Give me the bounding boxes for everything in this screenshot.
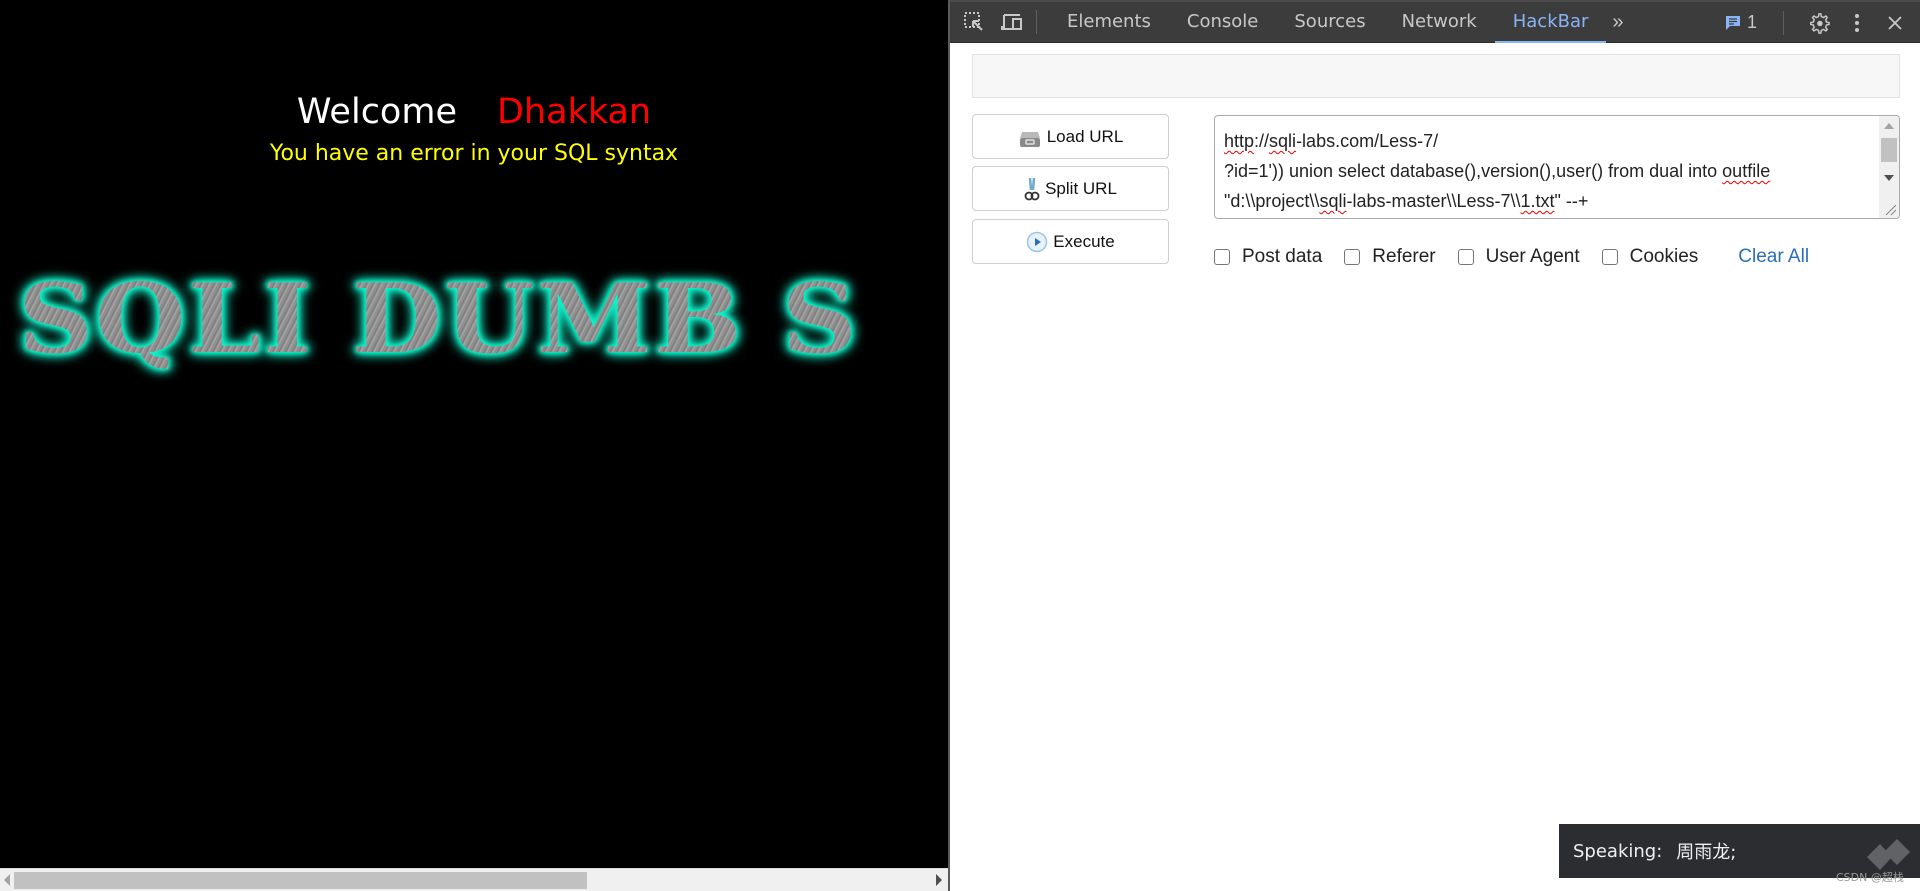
scissors-icon	[1024, 176, 1040, 202]
user-agent-label: User Agent	[1485, 246, 1580, 267]
csdn-watermark: CSDN @超栈	[1836, 871, 1904, 884]
issues-button[interactable]: 1	[1725, 12, 1757, 33]
tab-sources[interactable]: Sources	[1276, 2, 1383, 43]
option-post-data[interactable]: Post data	[1214, 246, 1322, 268]
load-url-icon	[1018, 126, 1042, 148]
post-data-label: Post data	[1242, 246, 1323, 267]
execute-button[interactable]: Execute	[972, 219, 1169, 264]
execute-label: Execute	[1053, 231, 1115, 251]
url-text-segment: 1.txt	[1520, 191, 1555, 211]
sqli-dumb-series-banner: SQLI DUMB S	[18, 262, 859, 376]
cookies-checkbox[interactable]	[1601, 249, 1618, 265]
option-cookies[interactable]: Cookies	[1601, 246, 1699, 268]
hackbar-top-bar	[972, 54, 1900, 98]
url-textarea[interactable]: http://sqli-labs.com/Less-7/?id=1')) uni…	[1214, 115, 1900, 219]
close-icon[interactable]	[1880, 8, 1910, 38]
toolbar-right-actions: 1	[1725, 2, 1910, 43]
kebab-menu-icon[interactable]	[1842, 8, 1872, 38]
load-url-label: Load URL	[1046, 126, 1124, 146]
device-toolbar-icon[interactable]	[998, 8, 1026, 36]
speaking-label: Speaking:	[1573, 840, 1663, 862]
url-text-segment: -labs-master\\Less-7\\	[1346, 191, 1521, 211]
url-text-segment: " --+	[1554, 191, 1589, 211]
gear-icon[interactable]	[1804, 8, 1834, 38]
welcome-label: Welcome	[296, 92, 457, 132]
tab-hackbar[interactable]: HackBar	[1494, 2, 1607, 43]
horizontal-scrollbar-thumb[interactable]	[14, 872, 587, 889]
welcome-username: Dhakkan	[496, 92, 652, 132]
user-agent-checkbox[interactable]	[1457, 249, 1474, 265]
referer-checkbox[interactable]	[1344, 249, 1361, 265]
more-tabs-chevron-icon[interactable]: »	[1606, 11, 1629, 34]
split-url-button[interactable]: Split URL	[972, 166, 1169, 211]
inspect-element-icon[interactable]	[960, 8, 988, 36]
url-text-segment: sqli	[1319, 191, 1347, 211]
web-page-viewport: Welcome Dhakkan You have an error in your…	[0, 0, 948, 891]
toolbar-separator	[1783, 10, 1784, 35]
url-text-segment: ?id=1')) union select database(),version…	[1224, 161, 1723, 181]
textarea-vertical-scrollbar[interactable]	[1879, 116, 1899, 218]
tab-network[interactable]: Network	[1384, 2, 1495, 43]
clear-all-link[interactable]: Clear All	[1738, 246, 1809, 268]
horizontal-scrollbar[interactable]	[0, 868, 948, 891]
scroll-down-arrow-icon[interactable]	[1884, 175, 1894, 181]
url-text-segment: sqli	[1269, 131, 1297, 151]
resize-grip-icon[interactable]	[1886, 205, 1896, 215]
textarea-scrollbar-thumb[interactable]	[1881, 138, 1897, 162]
issues-count: 1	[1746, 12, 1757, 32]
referer-label: Referer	[1372, 246, 1436, 267]
request-options: Post data Referer User Agent Cookies Cle…	[1214, 246, 1809, 268]
url-text-segment: -labs.com/Less-7/	[1296, 131, 1439, 151]
post-data-checkbox[interactable]	[1214, 249, 1230, 265]
tab-elements[interactable]: Elements	[1049, 2, 1169, 43]
url-textarea-content[interactable]: http://sqli-labs.com/Less-7/?id=1')) uni…	[1224, 126, 1874, 216]
cookies-label: Cookies	[1629, 246, 1699, 267]
scroll-left-arrow-icon[interactable]	[4, 874, 10, 886]
watermark-logo-icon	[1867, 839, 1910, 870]
devtools-tabbar: Elements Console Sources Network HackBar…	[950, 0, 1920, 43]
welcome-line: Welcome Dhakkan	[0, 92, 948, 132]
url-text-segment: ://	[1254, 131, 1270, 151]
play-icon	[1026, 231, 1048, 253]
devtools-panel: Elements Console Sources Network HackBar…	[950, 0, 1920, 891]
scroll-up-arrow-icon[interactable]	[1884, 123, 1894, 129]
toolbar-separator	[1036, 10, 1037, 34]
url-text-segment: http	[1224, 131, 1255, 151]
tab-console[interactable]: Console	[1169, 2, 1276, 43]
sql-error-message: You have an error in your SQL syntax	[269, 141, 679, 166]
option-user-agent[interactable]: User Agent	[1457, 246, 1580, 268]
load-url-button[interactable]: Load URL	[972, 114, 1169, 159]
url-text-segment: "d:\\project\\	[1224, 191, 1320, 211]
url-text-segment: outfile	[1722, 161, 1771, 181]
option-referer[interactable]: Referer	[1344, 246, 1436, 268]
issues-message-icon	[1725, 15, 1740, 30]
scroll-right-arrow-icon[interactable]	[936, 874, 942, 886]
speaking-value: 周雨龙;	[1676, 842, 1737, 863]
screen: Welcome Dhakkan You have an error in your…	[0, 0, 1920, 891]
split-url-label: Split URL	[1045, 178, 1117, 198]
